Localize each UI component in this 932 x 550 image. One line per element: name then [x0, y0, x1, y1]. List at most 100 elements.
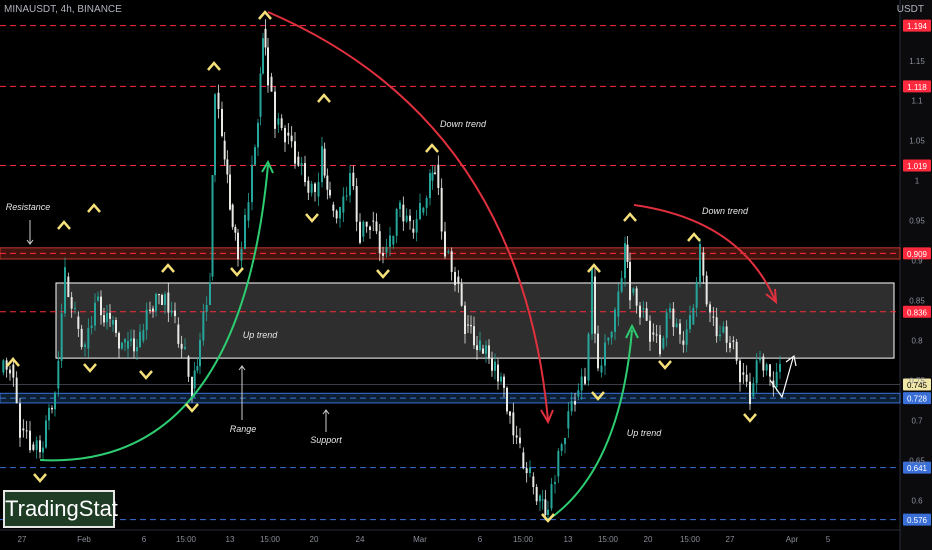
candle-body [226, 159, 229, 175]
candle-body [765, 364, 768, 371]
candle-body [184, 347, 186, 349]
candle-body [457, 276, 460, 284]
candle-body [35, 440, 38, 450]
candle-body [193, 370, 196, 389]
candle-body [473, 326, 475, 346]
candle-body [167, 292, 170, 313]
candle-body [755, 360, 758, 384]
candle-body [488, 345, 490, 359]
x-tick-label: 6 [142, 535, 147, 544]
candle-body [112, 320, 114, 325]
annotation-label: Up trend [627, 428, 663, 438]
candle-body [359, 221, 361, 243]
candle-body [476, 345, 478, 351]
level-tag-label: 0.836 [907, 308, 928, 317]
candle-body [422, 207, 425, 213]
candle-body [509, 411, 511, 416]
candle-body [689, 315, 691, 330]
candle-body [429, 173, 431, 199]
candle-body [440, 187, 443, 232]
annotation-label: Resistance [6, 202, 51, 212]
candle-body [675, 323, 678, 328]
candle-body [547, 509, 549, 516]
candle-body [702, 252, 705, 276]
candle-body [512, 412, 515, 436]
candle-body [74, 308, 76, 310]
candle-body [591, 267, 593, 334]
candle-body [607, 337, 610, 341]
candle-body [529, 467, 531, 474]
candle-body [310, 183, 313, 193]
candle-body [617, 291, 620, 317]
candle-body [9, 369, 11, 374]
candle-body [600, 365, 603, 373]
candle-body [503, 376, 505, 388]
candle-body [515, 435, 518, 438]
candle-body [317, 182, 320, 197]
candle-body [709, 304, 711, 313]
candle-body [118, 332, 120, 349]
swing-low-marker [376, 269, 390, 279]
candle-body [635, 288, 638, 306]
annotation-label: Up trend [243, 330, 279, 340]
candle-body [19, 403, 21, 438]
candle-body [60, 313, 63, 361]
candle-body [97, 296, 99, 301]
y-tick-label: 0.85 [909, 297, 925, 306]
candle-body [624, 243, 626, 279]
candle-body [519, 437, 521, 444]
resistance-pointer [26, 220, 34, 245]
x-tick-label: 6 [478, 535, 483, 544]
candle-body [482, 348, 484, 354]
candle-body [375, 221, 378, 232]
candle-body [221, 108, 223, 137]
candle-body [460, 283, 463, 306]
candle-body [699, 244, 701, 282]
candle-body [405, 215, 408, 222]
x-tick-label: 15:00 [176, 535, 197, 544]
currency-label: USDT [896, 4, 924, 15]
candle-body [161, 295, 163, 305]
candle-body [45, 420, 47, 448]
candle-body [25, 430, 28, 432]
swing-low-marker [658, 360, 672, 370]
x-tick-label: 15:00 [260, 535, 281, 544]
candle-body [247, 202, 250, 221]
candle-body [240, 248, 243, 261]
candle-body [500, 376, 502, 382]
candle-body [632, 288, 635, 293]
candle-body [695, 281, 698, 308]
candle-body [362, 221, 365, 237]
candle-body [392, 235, 395, 245]
candle-body [431, 172, 434, 181]
price-chart[interactable]: 1.1941.1181.0190.9090.8360.7450.7280.641… [0, 0, 932, 550]
swing-low-marker [305, 213, 319, 223]
swing-high-marker [623, 212, 637, 222]
candle-body [485, 345, 487, 354]
candle-body [395, 208, 398, 236]
candle-body [142, 330, 145, 341]
candle-body [729, 342, 731, 349]
candle-body [196, 366, 199, 371]
swing-low-marker [743, 413, 757, 423]
candle-body [326, 175, 329, 190]
candle-body [447, 251, 450, 253]
x-tick-label: 15:00 [680, 535, 701, 544]
candle-body [152, 308, 154, 312]
x-tick-label: 13 [564, 535, 573, 544]
candle-body [67, 276, 70, 298]
candle-body [54, 392, 56, 410]
candle-body [115, 320, 117, 333]
candle-body [642, 308, 645, 310]
x-tick-label: 15:00 [598, 535, 619, 544]
candle-body [587, 333, 590, 381]
candle-body [223, 140, 226, 160]
candle-body [385, 246, 388, 253]
y-tick-label: 1.15 [909, 57, 925, 66]
candle-body [214, 94, 216, 176]
candle-body [415, 219, 418, 233]
candle-body [15, 377, 18, 404]
y-tick-label: 0.8 [911, 337, 923, 346]
y-tick-label: 1 [915, 177, 920, 186]
candle-body [389, 235, 391, 247]
